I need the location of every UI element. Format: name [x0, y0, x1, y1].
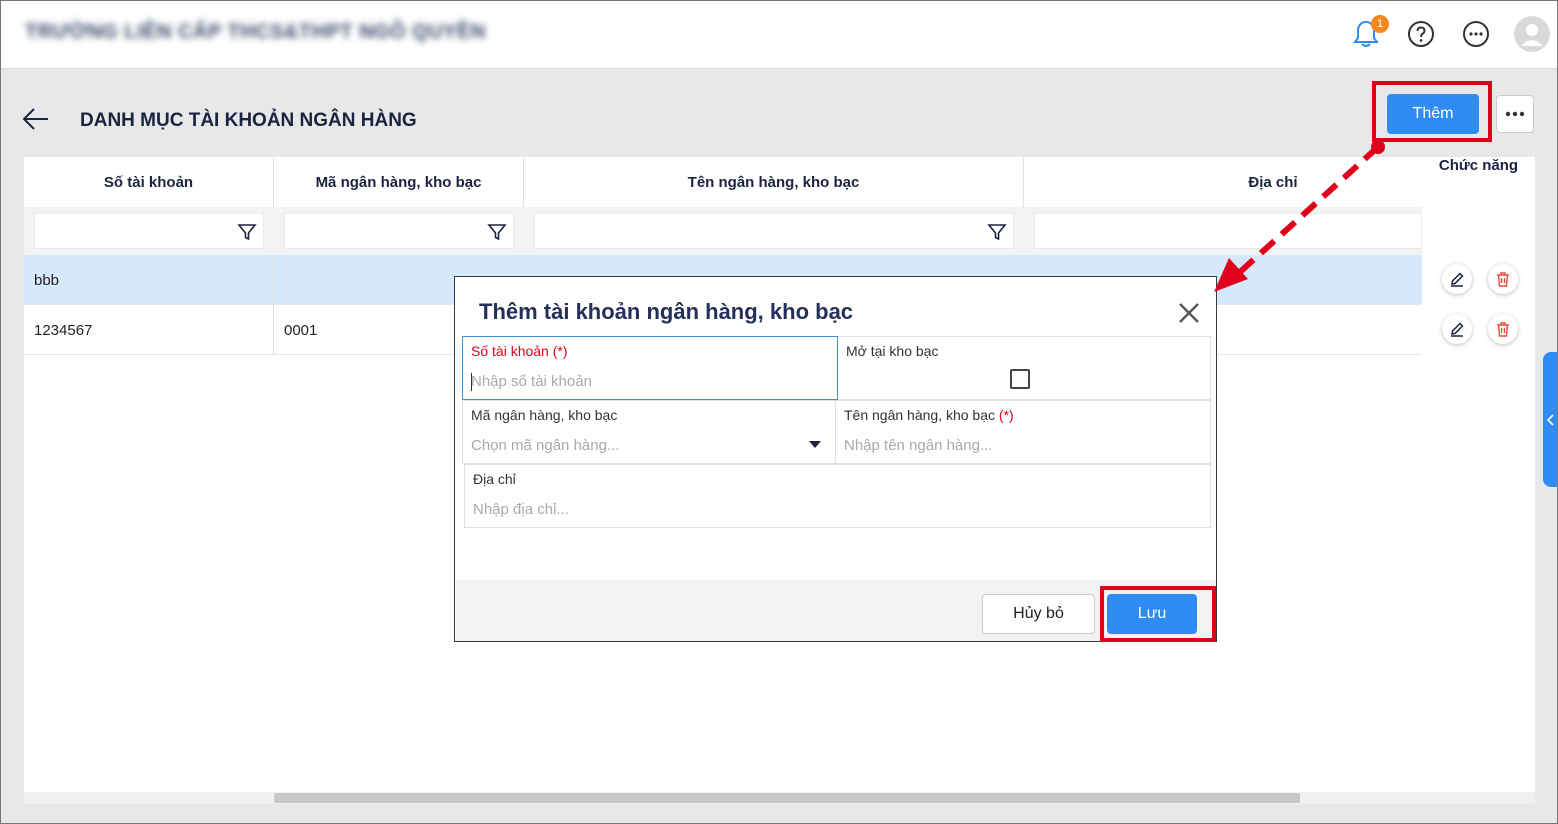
- side-panel-toggle[interactable]: [1543, 352, 1558, 487]
- account-number-label: Số tài khoản (*): [471, 343, 568, 359]
- filter-address[interactable]: [1034, 213, 1422, 249]
- column-header-account-number[interactable]: Số tài khoản: [24, 157, 274, 207]
- dialog-title: Thêm tài khoản ngân hàng, kho bạc: [479, 299, 854, 324]
- address-label: Địa chỉ: [473, 471, 516, 487]
- treasury-checkbox[interactable]: [1010, 369, 1030, 389]
- filter-icon[interactable]: [237, 222, 257, 242]
- treasury-label: Mở tại kho bạc: [846, 343, 939, 359]
- bank-name-label: Tên ngân hàng, kho bạc (*): [844, 407, 1014, 423]
- cancel-button[interactable]: Hủy bỏ: [982, 594, 1095, 634]
- edit-icon[interactable]: [1442, 264, 1472, 294]
- page-more-button[interactable]: [1496, 95, 1534, 133]
- dropdown-arrow-icon[interactable]: [809, 441, 821, 448]
- cell-account-number: bbb: [24, 255, 274, 305]
- bank-code-placeholder: Chọn mã ngân hàng...: [471, 437, 620, 454]
- delete-icon[interactable]: [1488, 264, 1518, 294]
- cell-account-number: 1234567: [24, 305, 274, 355]
- account-number-field[interactable]: Số tài khoản (*) Nhập số tài khoản: [462, 336, 838, 400]
- bank-name-field[interactable]: Tên ngân hàng, kho bạc (*) Nhập tên ngân…: [836, 400, 1211, 464]
- filter-icon[interactable]: [487, 222, 507, 242]
- treasury-field: Mở tại kho bạc: [838, 336, 1211, 400]
- actions-header-label: Chức năng: [1438, 157, 1519, 174]
- filter-bank-name[interactable]: [534, 213, 1014, 249]
- chevron-left-icon: [1546, 413, 1554, 426]
- filter-row: [24, 207, 1422, 255]
- page-title: DANH MỤC TÀI KHOẢN NGÂN HÀNG: [80, 110, 417, 131]
- top-bar: TRƯỜNG LIÊN CẤP THCS&THPT NGÔ QUYỀN 1: [1, 1, 1557, 69]
- bank-name-placeholder: Nhập tên ngân hàng...: [844, 437, 993, 454]
- address-field[interactable]: Địa chỉ Nhập địa chỉ...: [464, 464, 1211, 528]
- more-dots-icon: [1505, 111, 1525, 117]
- actions-cell: [1422, 305, 1535, 355]
- help-icon[interactable]: [1406, 19, 1436, 49]
- actions-column: Chức năng: [1422, 157, 1535, 355]
- account-number-placeholder: Nhập số tài khoản: [471, 373, 592, 390]
- notification-badge: 1: [1371, 15, 1389, 33]
- column-header-bank-name[interactable]: Tên ngân hàng, kho bạc: [524, 157, 1024, 207]
- more-options-icon[interactable]: [1461, 19, 1491, 49]
- delete-icon[interactable]: [1488, 314, 1518, 344]
- edit-icon[interactable]: [1442, 314, 1472, 344]
- filter-account-number[interactable]: [34, 213, 264, 249]
- filter-bank-code[interactable]: [284, 213, 514, 249]
- horizontal-scrollbar-thumb[interactable]: [274, 793, 1300, 803]
- back-arrow-icon[interactable]: [22, 106, 50, 132]
- address-placeholder: Nhập địa chỉ...: [473, 501, 569, 518]
- column-header-bank-code[interactable]: Mã ngân hàng, kho bạc: [274, 157, 524, 207]
- organization-name: TRƯỜNG LIÊN CẤP THCS&THPT NGÔ QUYỀN: [25, 21, 486, 43]
- save-button-highlight: [1100, 586, 1216, 642]
- filter-icon[interactable]: [987, 222, 1007, 242]
- avatar-icon[interactable]: [1514, 16, 1550, 52]
- add-button-highlight: [1372, 81, 1492, 142]
- bank-code-label: Mã ngân hàng, kho bạc: [471, 407, 618, 423]
- actions-cell: [1422, 255, 1535, 305]
- column-header-actions: Chức năng: [1422, 157, 1535, 255]
- close-icon[interactable]: [1177, 301, 1201, 325]
- bank-code-select[interactable]: Mã ngân hàng, kho bạc Chọn mã ngân hàng.…: [462, 400, 836, 464]
